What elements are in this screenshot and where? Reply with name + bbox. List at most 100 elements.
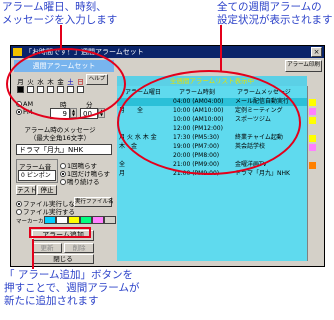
alarm-input-panel: 週間アラームセット 月 火 水 木 金 土 日 ヘルプ AM PM 時 分 9 …: [14, 60, 116, 265]
play-continuous-label: 鳴り続ける: [67, 178, 100, 186]
am-radio[interactable]: [16, 101, 22, 107]
alarm-list-panel: アラーム印刷 全週間アラームリスト表示中 アラーム曜日 アラーム時刻 アラームメ…: [117, 60, 322, 265]
day-checkbox-fri[interactable]: [57, 86, 64, 93]
title-bar: 「お時間です！」週間アラームセット ×: [11, 46, 324, 58]
window-title: 「お時間です！」週間アラームセット: [25, 48, 144, 56]
pm-radio[interactable]: [16, 109, 22, 115]
row-time: 21:00 (PM9:00): [173, 161, 220, 168]
marker-color-swatch[interactable]: [80, 216, 92, 224]
day-label-sat: 土: [67, 78, 74, 86]
help-button[interactable]: ヘルプ: [86, 74, 108, 85]
alarm-row[interactable]: 全 21:00 (PM9:00) 金曜洋画TV: [117, 161, 307, 169]
weekday-selector: 月 火 水 木 金 土 日: [16, 76, 94, 98]
ampm-selector: AM PM: [16, 100, 46, 116]
day-checkbox-sat[interactable]: [67, 86, 74, 93]
sound-select[interactable]: 0 ピンポン: [18, 170, 56, 181]
message-label-line: アラーム時のメッセージ: [24, 126, 96, 134]
day-label-sun: 日: [77, 78, 84, 86]
hour-input[interactable]: 9: [50, 108, 70, 119]
marker-color-swatch[interactable]: [44, 216, 56, 224]
minute-input[interactable]: 00: [80, 108, 98, 119]
day-label-thu: 木: [47, 78, 54, 86]
file-exec-radio[interactable]: [16, 209, 22, 215]
delete-button[interactable]: 削除: [64, 243, 94, 253]
app-icon: [13, 48, 22, 56]
day-label-wed: 水: [37, 78, 44, 86]
alarm-row[interactable]: 20:00 (PM8:00): [117, 152, 307, 160]
marker-color-picker: [44, 216, 116, 224]
row-days: 月 全: [119, 107, 144, 114]
callout-line: 「 アラーム追加」ボタンを: [4, 269, 134, 281]
callout-line: アラーム曜日、時刻、: [2, 1, 107, 13]
print-alarm-button[interactable]: アラーム印刷: [285, 60, 322, 72]
callout-line: 全ての週間アラームの: [217, 1, 322, 13]
day-checkbox-tue[interactable]: [27, 86, 34, 93]
play-continuous-radio[interactable]: [60, 179, 66, 185]
callout-line: 設定状況が表示されます: [217, 14, 333, 26]
marker-color-swatch[interactable]: [92, 216, 104, 224]
marker-color-swatch[interactable]: [104, 216, 116, 224]
row-message: スポーツジム: [235, 116, 271, 123]
pm-option[interactable]: PM: [16, 108, 46, 116]
day-checkbox-sun[interactable]: [77, 86, 84, 93]
column-header-days: アラーム曜日: [125, 89, 161, 96]
test-button[interactable]: テスト: [16, 185, 37, 195]
column-header-message: アラームメッセージ: [237, 89, 291, 96]
day-checkbox-thu[interactable]: [47, 86, 54, 93]
message-label: アラーム時のメッセージ （最大全角16文字）: [20, 126, 100, 142]
marker-flag-icon: [309, 117, 316, 124]
file-exec-option[interactable]: ファイル実行する: [16, 206, 75, 216]
row-days: 月: [119, 170, 126, 177]
alarm-row[interactable]: 月 21:00 (PM9:00) ドラマ「月九」NHK: [117, 170, 307, 178]
alarm-list: アラーム曜日 アラーム時刻 アラームメッセージ 04:00 (AM04:00) メ…: [117, 86, 307, 261]
marker-color-swatch[interactable]: [68, 216, 80, 224]
minute-spinner[interactable]: ▲ ▼: [98, 108, 105, 118]
callout-line: 新たに追加されます: [4, 295, 99, 307]
alarm-row[interactable]: 月 全 10:00 (AM10:00) 定例ミーティング: [117, 107, 307, 115]
day-checkbox-wed[interactable]: [37, 86, 44, 93]
callout-line: メッセージを入力します: [2, 14, 118, 26]
pm-label: PM: [23, 108, 33, 116]
day-checkbox-mon[interactable]: [17, 86, 24, 93]
alarm-row[interactable]: 10:00 (AM10:00) スポーツジム: [117, 116, 307, 124]
list-title: 全週間アラームリスト表示中: [117, 76, 307, 86]
row-days: 月 火 水 木 金: [119, 134, 157, 141]
am-option[interactable]: AM: [16, 100, 46, 108]
day-label-mon: 月: [17, 78, 24, 86]
row-time: 10:00 (AM10:00): [173, 107, 224, 114]
alarm-row[interactable]: 月 火 水 木 金 17:30 (PM5:30) 終業チャイム起動: [117, 134, 307, 142]
alarm-row[interactable]: 12:00 (PM12:00): [117, 125, 307, 133]
marker-flag-icon: [309, 144, 316, 151]
close-window-button[interactable]: ×: [311, 47, 322, 57]
row-days: 木 金: [119, 143, 138, 150]
weekly-alarm-window: 「お時間です！」週間アラームセット × 週間アラームセット 月 火 水 木 金 …: [10, 45, 325, 267]
day-label-tue: 火: [27, 78, 34, 86]
marker-flag-icon: [309, 99, 316, 106]
message-label-line: （最大全角16文字）: [29, 134, 91, 142]
day-label-fri: 金: [57, 78, 64, 86]
stop-button[interactable]: 停止: [37, 185, 57, 195]
row-time: 20:00 (PM8:00): [173, 152, 220, 159]
message-input[interactable]: ドラマ「月九」NHK: [16, 144, 112, 155]
row-message: 定例ミーティング: [235, 107, 283, 114]
alarm-row[interactable]: 04:00 (AM04:00) メール配信自動実行: [117, 98, 307, 106]
update-button[interactable]: 更新: [32, 243, 62, 253]
am-label: AM: [23, 100, 34, 108]
row-days: 全: [119, 161, 126, 168]
add-alarm-button[interactable]: アラーム追加: [32, 230, 94, 241]
alarm-row[interactable]: 木 金 19:00 (PM7:00) 英会話学校: [117, 143, 307, 151]
marker-color-swatch[interactable]: [56, 216, 68, 224]
exec-file-button[interactable]: 実行ファイル名: [74, 197, 114, 207]
row-message: メール配信自動実行: [235, 98, 290, 105]
close-button[interactable]: 閉じる: [32, 254, 94, 264]
play-continuous-option[interactable]: 鳴り続ける: [60, 176, 100, 186]
callout-list-instructions: 全ての週間アラームの 設定状況が表示されます: [217, 1, 333, 27]
column-header-time: アラーム時刻: [179, 89, 215, 96]
callout-line: 押すことで、週間アラームが: [4, 282, 140, 294]
row-message: 終業チャイム起動: [235, 134, 283, 141]
row-time: 19:00 (PM7:00): [173, 143, 220, 150]
callout-input-instructions: アラーム曜日、時刻、 メッセージを入力します: [2, 1, 117, 27]
file-exec-label: ファイル実行する: [23, 208, 75, 216]
callout-add-instructions: 「 アラーム追加」ボタンを 押すことで、週間アラームが 新たに追加されます: [4, 269, 139, 308]
hour-spinner[interactable]: ▲ ▼: [70, 108, 77, 118]
